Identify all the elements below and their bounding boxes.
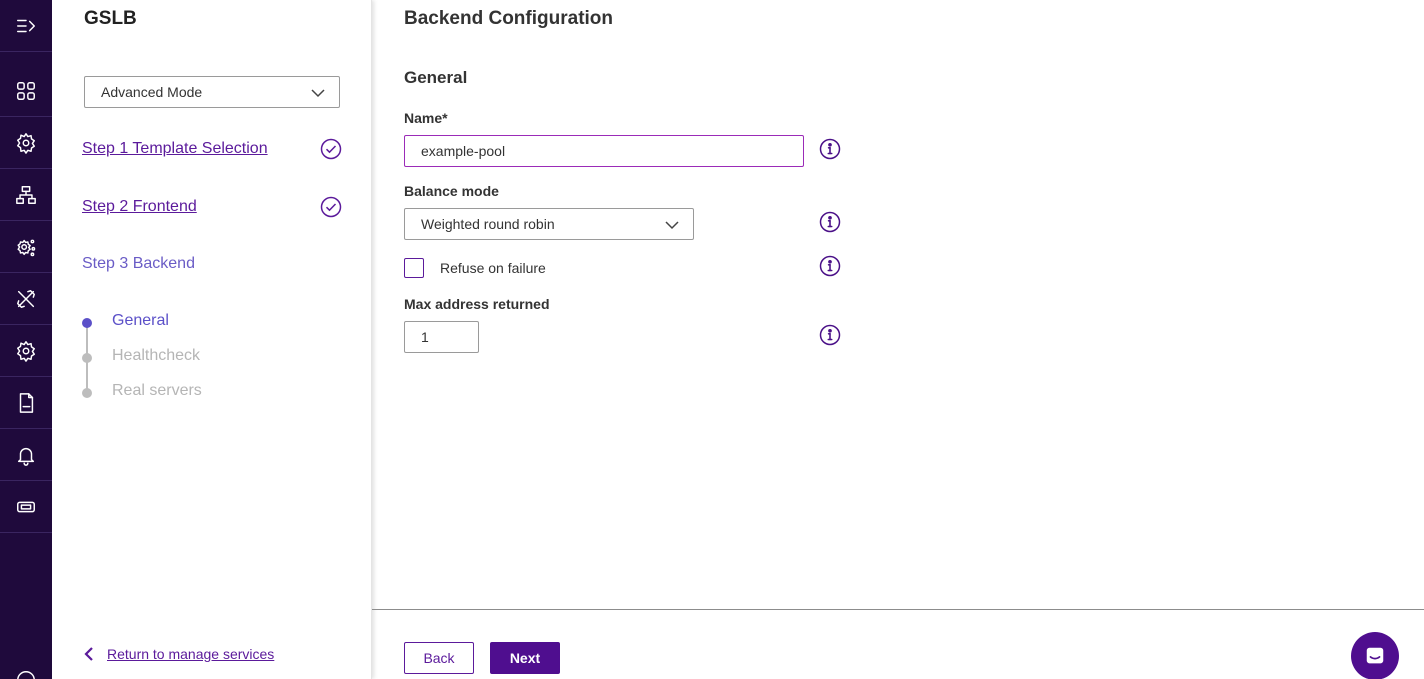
expand-menu-icon xyxy=(17,19,35,32)
step-2-link[interactable]: Step 2 Frontend xyxy=(82,198,197,216)
chevron-down-icon xyxy=(665,221,679,230)
step-1-link[interactable]: Step 1 Template Selection xyxy=(82,140,268,158)
refuse-on-failure-checkbox[interactable] xyxy=(404,258,424,278)
substep-dot xyxy=(82,318,92,328)
expand-menu-button[interactable] xyxy=(0,0,52,52)
balance-mode-select[interactable]: Weighted round robin xyxy=(404,208,694,240)
section-title: General xyxy=(404,68,468,87)
chevron-down-icon xyxy=(311,89,325,98)
chat-support-button[interactable] xyxy=(1351,632,1399,679)
settings-gear-icon xyxy=(17,340,35,362)
name-input[interactable] xyxy=(404,135,804,167)
chevron-left-icon xyxy=(84,647,93,661)
max-address-input[interactable] xyxy=(404,321,479,353)
substep-dot xyxy=(82,388,92,398)
info-icon[interactable] xyxy=(819,255,841,277)
mode-select-value: Advanced Mode xyxy=(101,84,203,100)
substep-label: Real servers xyxy=(112,382,202,399)
next-button[interactable]: Next xyxy=(490,642,560,674)
return-link-label: Return to manage services xyxy=(107,646,275,662)
step-3-current: Step 3 Backend xyxy=(82,255,195,272)
rail-notifications-button[interactable] xyxy=(0,429,52,481)
balance-mode-value: Weighted round robin xyxy=(421,216,555,232)
substep-dot xyxy=(82,353,92,363)
rail-network-button[interactable] xyxy=(0,169,52,221)
log-file-icon xyxy=(19,392,34,413)
max-address-label: Max address returned xyxy=(404,296,550,312)
check-circle-icon xyxy=(320,196,342,218)
info-icon[interactable] xyxy=(819,211,841,233)
back-button[interactable]: Back xyxy=(404,642,474,674)
chat-icon xyxy=(1366,647,1384,664)
mode-select[interactable]: Advanced Mode xyxy=(84,76,340,108)
backend-config-main: Backend Configuration General Name* Bala… xyxy=(372,0,1424,679)
system-settings-icon xyxy=(17,239,36,256)
rail-system-button[interactable] xyxy=(0,221,52,273)
notification-bell-icon xyxy=(17,447,35,466)
return-to-services-link[interactable]: Return to manage services xyxy=(82,646,274,662)
footer-divider xyxy=(372,609,1424,610)
tools-icon xyxy=(17,289,35,308)
refuse-on-failure-label: Refuse on failure xyxy=(440,260,546,276)
left-nav-rail xyxy=(0,0,52,679)
name-label: Name* xyxy=(404,110,448,126)
rail-services-button[interactable] xyxy=(0,117,52,169)
rail-info-button[interactable] xyxy=(0,654,52,679)
wizard-title: GSLB xyxy=(84,8,137,29)
network-topology-icon xyxy=(16,185,36,204)
wizard-panel: GSLB Advanced Mode Step 1 Template Selec… xyxy=(52,0,372,679)
rail-tickets-button[interactable] xyxy=(0,481,52,533)
page-title: Backend Configuration xyxy=(404,8,614,29)
info-icon[interactable] xyxy=(819,138,841,160)
dashboard-grid-icon xyxy=(17,81,35,100)
rail-settings-button[interactable] xyxy=(0,325,52,377)
balance-mode-label: Balance mode xyxy=(404,183,499,199)
substep-label: General xyxy=(112,312,169,329)
substep-label: Healthcheck xyxy=(112,347,201,364)
info-icon[interactable] xyxy=(819,324,841,346)
check-circle-icon xyxy=(320,138,342,160)
services-gear-icon xyxy=(17,132,35,154)
ticket-icon xyxy=(17,501,35,512)
rail-tools-button[interactable] xyxy=(0,273,52,325)
rail-dashboard-button[interactable] xyxy=(0,65,52,117)
rail-logs-button[interactable] xyxy=(0,377,52,429)
info-icon xyxy=(17,671,35,679)
